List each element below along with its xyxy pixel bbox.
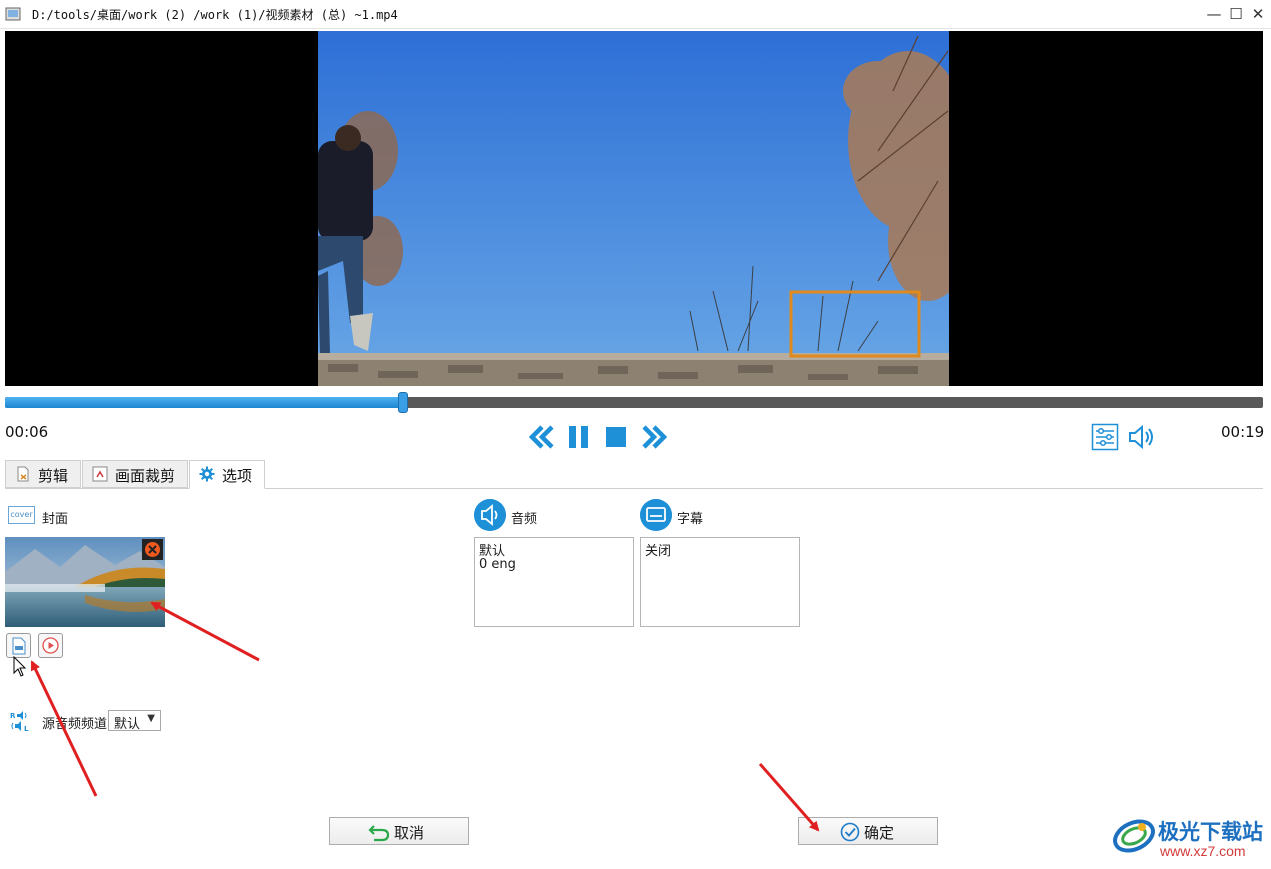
total-time: 00:19: [1221, 423, 1265, 441]
fast-forward-icon[interactable]: [640, 422, 668, 452]
clip-icon: [17, 466, 29, 482]
source-audio-label: 源音频频道: [42, 717, 108, 732]
svg-text:R: R: [10, 712, 16, 720]
audio-channel-icon: R L: [10, 711, 29, 732]
gear-icon: [199, 466, 215, 482]
svg-text:L: L: [24, 725, 29, 732]
ok-label: 确定: [864, 824, 895, 842]
current-time: 00:06: [5, 423, 49, 441]
settings-sliders-icon[interactable]: [1091, 423, 1119, 451]
tab-crop[interactable]: 画面裁剪: [82, 460, 188, 488]
tab-label: 选项: [222, 467, 253, 485]
cancel-label: 取消: [394, 824, 425, 842]
choose-file-button[interactable]: [6, 633, 31, 658]
cancel-button[interactable]: 取消: [329, 817, 469, 845]
audio-icon: [474, 499, 506, 531]
stop-icon[interactable]: [604, 422, 628, 452]
file-icon: [12, 637, 26, 655]
cover-icon: cover: [8, 506, 35, 524]
tab-clip[interactable]: 剪辑: [5, 460, 81, 488]
cover-label: 封面: [42, 512, 69, 527]
minimize-icon[interactable]: —: [1203, 3, 1225, 25]
subtitle-icon: [640, 499, 672, 531]
list-item[interactable]: 0 eng: [479, 557, 516, 572]
play-cover-button[interactable]: [38, 633, 63, 658]
play-icon: [42, 637, 59, 654]
progress-bar[interactable]: [5, 392, 1263, 413]
watermark-name: 极光下载站: [1158, 821, 1263, 844]
subtitle-track-list[interactable]: 关闭: [640, 537, 800, 627]
list-item[interactable]: 关闭: [645, 540, 671, 559]
watermark-logo-icon: [1113, 819, 1155, 853]
close-icon[interactable]: ✕: [1247, 3, 1269, 25]
chevron-down-icon: ▼: [147, 713, 155, 724]
audio-track-list[interactable]: 默认 0 eng: [474, 537, 634, 627]
source-audio-select[interactable]: 默认 ▼: [108, 710, 161, 732]
crop-icon: [92, 466, 108, 482]
tab-options[interactable]: 选项: [189, 460, 265, 489]
source-audio-value: 默认: [114, 717, 141, 732]
check-circle-icon: [840, 822, 860, 842]
watermark-url: www.xz7.com: [1160, 843, 1246, 859]
pause-icon[interactable]: [567, 422, 591, 452]
progress-handle[interactable]: [398, 392, 408, 413]
tab-label: 画面裁剪: [115, 467, 176, 485]
subtitle-label: 字幕: [677, 512, 704, 527]
rewind-icon[interactable]: [528, 422, 556, 452]
cover-thumbnail[interactable]: [5, 537, 165, 627]
remove-cover-icon[interactable]: [142, 539, 163, 560]
audio-label: 音频: [511, 512, 538, 527]
mouse-cursor-icon: [13, 656, 27, 677]
volume-icon[interactable]: [1127, 424, 1157, 450]
maximize-icon[interactable]: ☐: [1225, 3, 1247, 25]
window-title: D:/tools/桌面/work (2) /work (1)/视频素材 (总) …: [32, 8, 398, 22]
tab-label: 剪辑: [38, 467, 69, 485]
arrow-to-cover: [150, 601, 260, 662]
video-player[interactable]: [5, 31, 1263, 386]
video-frame: [318, 31, 949, 386]
app-icon: [5, 7, 21, 21]
undo-icon: [368, 825, 390, 842]
ok-button[interactable]: 确定: [798, 817, 938, 845]
progress-fill: [5, 397, 403, 408]
